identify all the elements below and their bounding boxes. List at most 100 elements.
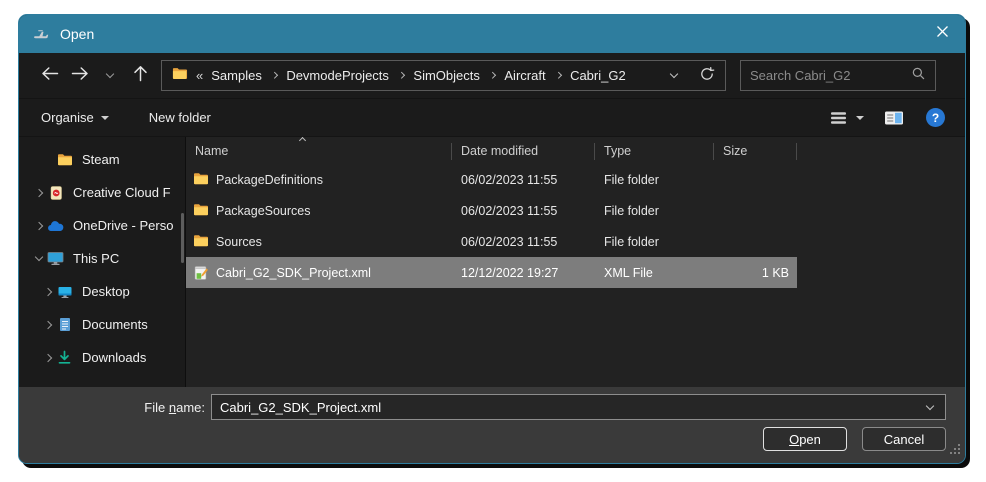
date-modified-cell: 12/12/2022 19:27 [452, 266, 595, 280]
sidebar-item-creative-cloud-f[interactable]: Creative Cloud F [19, 176, 185, 209]
downloads-icon [56, 349, 73, 366]
sidebar-item-label: Downloads [82, 350, 146, 365]
search-box [740, 60, 936, 91]
file-name-dropdown-icon[interactable] [915, 406, 945, 409]
open-button[interactable]: Open [763, 427, 847, 451]
navigation-bar: « Samples DevmodeProjects SimObjects Aircra… [19, 53, 965, 99]
forward-button[interactable] [65, 61, 95, 91]
new-folder-button[interactable]: New folder [149, 110, 211, 125]
file-list-pane: NameDate modifiedTypeSize PackageDefinit… [185, 137, 965, 387]
file-name-input[interactable] [212, 400, 915, 415]
command-toolbar: Organise New folder ? [19, 99, 965, 137]
help-icon[interactable]: ? [926, 108, 945, 127]
breadcrumb-item[interactable]: Aircraft [502, 68, 547, 83]
file-row-packagedefinitions[interactable]: PackageDefinitions 06/02/2023 11:55File f… [186, 164, 797, 195]
preview-pane-icon[interactable] [884, 106, 904, 130]
window-title: Open [60, 26, 94, 42]
title-bar[interactable]: Open [19, 15, 965, 53]
close-icon [936, 25, 949, 43]
cancel-button[interactable]: Cancel [862, 427, 946, 451]
type-cell: File folder [595, 204, 714, 218]
date-modified-cell: 06/02/2023 11:55 [452, 204, 595, 218]
resize-grip[interactable] [949, 442, 961, 460]
breadcrumb-chevron-icon [271, 72, 277, 78]
arrow-left-icon [41, 66, 59, 86]
sidebar-item-label: Creative Cloud F [73, 185, 171, 200]
sidebar-item-documents[interactable]: Documents [19, 308, 185, 341]
chevron-down-icon [106, 70, 114, 78]
details-view-icon[interactable] [829, 106, 848, 130]
organise-button[interactable]: Organise [41, 110, 109, 125]
recent-locations-button[interactable] [95, 61, 125, 91]
arrow-up-icon [133, 65, 148, 87]
sidebar-item-this-pc[interactable]: This PC [19, 242, 185, 275]
sidebar-item-downloads[interactable]: Downloads [19, 341, 185, 374]
folder-icon [193, 234, 209, 250]
sidebar-item-label: Steam [82, 152, 120, 167]
sidebar-scrollbar-thumb[interactable] [181, 213, 184, 263]
xml-icon [193, 265, 209, 281]
desktop-icon [56, 283, 73, 300]
folder-icon [172, 67, 188, 84]
view-options-dropdown-icon[interactable] [856, 116, 864, 120]
address-dropdown-icon[interactable] [670, 70, 678, 78]
file-row-sources[interactable]: Sources06/02/2023 11:55File folder [186, 226, 797, 257]
breadcrumb-item[interactable]: Samples [209, 68, 264, 83]
arrow-right-icon [71, 66, 89, 86]
sidebar-item-label: This PC [73, 251, 119, 266]
expand-chevron-icon[interactable] [40, 322, 56, 328]
breadcrumb-item[interactable]: DevmodeProjects [284, 68, 391, 83]
back-button[interactable] [35, 61, 65, 91]
close-button[interactable] [919, 15, 965, 53]
type-cell: XML File [595, 266, 714, 280]
sidebar-item-desktop[interactable]: Desktop [19, 275, 185, 308]
column-header-row: NameDate modifiedTypeSize [186, 137, 797, 164]
app-plane-icon [33, 26, 51, 42]
folder-icon [193, 172, 209, 188]
search-icon[interactable] [911, 66, 926, 86]
type-cell: File folder [595, 235, 714, 249]
search-input[interactable] [750, 68, 911, 83]
creative-cloud-icon [47, 184, 64, 201]
this-pc-icon [47, 250, 64, 267]
main-area: Steam Creative Cloud F OneDrive - Perso Thi… [19, 137, 965, 387]
chevron-down-icon [101, 116, 109, 120]
folder-icon [193, 203, 209, 219]
breadcrumb-item[interactable]: Cabri_G2 [568, 68, 628, 83]
breadcrumb-overflow[interactable]: « [196, 68, 203, 83]
date-modified-cell: 06/02/2023 11:55 [452, 235, 595, 249]
refresh-icon[interactable] [699, 66, 715, 85]
expand-chevron-icon[interactable] [31, 223, 47, 229]
expand-chevron-icon[interactable] [31, 190, 47, 196]
file-name-combobox [211, 394, 946, 420]
folder-icon [56, 151, 73, 168]
expand-chevron-icon[interactable] [31, 257, 47, 260]
up-button[interactable] [125, 61, 155, 91]
sidebar-item-onedrive-perso[interactable]: OneDrive - Perso [19, 209, 185, 242]
size-cell: 1 KB [714, 266, 797, 280]
file-row-packagesources[interactable]: PackageSources 06/02/2023 11:55File folde… [186, 195, 797, 226]
sidebar-item-label: Desktop [82, 284, 130, 299]
file-row-cabri-g2-sdk-project-xml[interactable]: Cabri_G2_SDK_Project.xml12/12/2022 19:27… [186, 257, 797, 288]
breadcrumb-item[interactable]: SimObjects [411, 68, 481, 83]
column-header-type[interactable]: Type [595, 137, 714, 164]
date-modified-cell: 06/02/2023 11:55 [452, 173, 595, 187]
column-header-size[interactable]: Size [714, 137, 797, 164]
file-name-label: File name: [19, 400, 205, 415]
navigation-sidebar: Steam Creative Cloud F OneDrive - Perso Thi… [19, 137, 185, 387]
column-header-date-modified[interactable]: Date modified [452, 137, 595, 164]
file-name-text: PackageSources [216, 204, 311, 218]
column-header-name[interactable]: Name [186, 137, 452, 164]
address-bar[interactable]: « Samples DevmodeProjects SimObjects Aircra… [161, 60, 726, 91]
breadcrumb-chevron-icon [489, 72, 495, 78]
sidebar-item-label: OneDrive - Perso [73, 218, 173, 233]
expand-chevron-icon[interactable] [40, 355, 56, 361]
sidebar-item-steam[interactable]: Steam [19, 143, 185, 176]
breadcrumb-chevron-icon [555, 72, 561, 78]
type-cell: File folder [595, 173, 714, 187]
breadcrumb: Samples DevmodeProjects SimObjects Aircraft… [209, 68, 627, 83]
expand-chevron-icon[interactable] [40, 289, 56, 295]
file-name-text: PackageDefinitions [216, 173, 323, 187]
open-dialog-window: Open « [18, 14, 966, 464]
onedrive-icon [47, 217, 64, 234]
